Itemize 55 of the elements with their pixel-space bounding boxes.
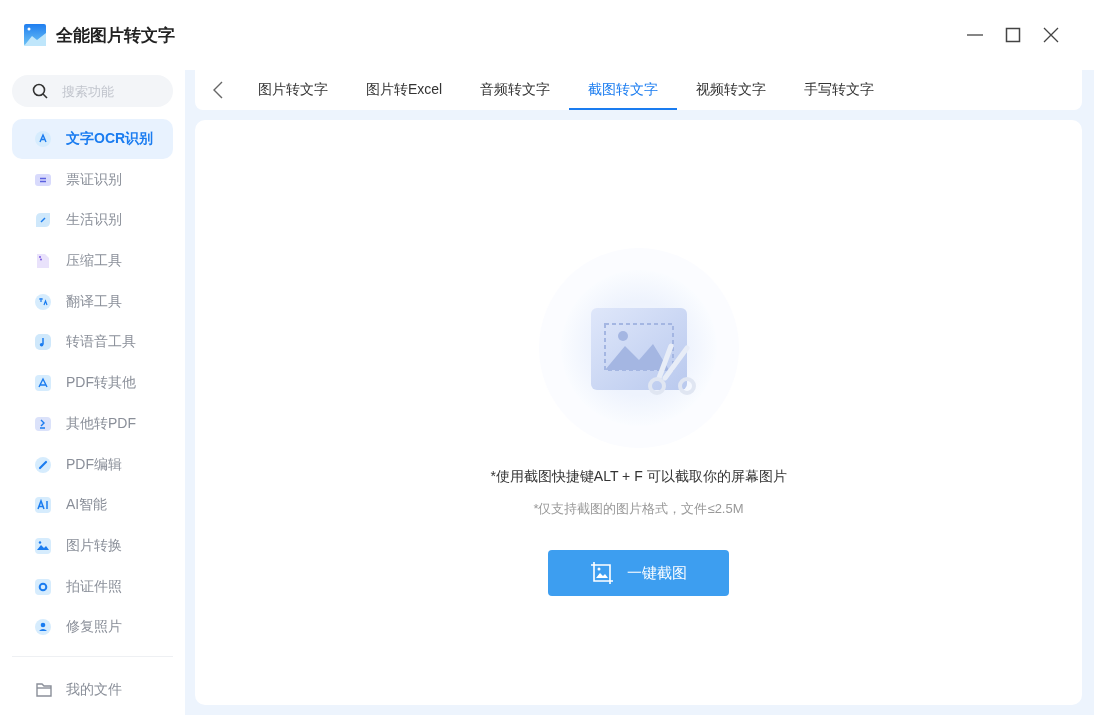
ai-icon — [34, 496, 52, 515]
format-note: *仅支持截图的图片格式，文件≤2.5M — [533, 500, 744, 518]
letter-a-icon — [34, 130, 52, 148]
chevron-left-icon — [213, 81, 223, 99]
sidebar-item[interactable]: PDF编辑 — [12, 444, 173, 485]
sidebar-item[interactable]: 图片转换 — [12, 525, 173, 566]
window-title: 全能图片转文字 — [56, 24, 175, 47]
sidebar-item-label: 票证识别 — [66, 170, 122, 189]
file-icon — [34, 252, 52, 271]
sidebar-item[interactable]: 生活识别 — [12, 200, 173, 241]
search-icon — [32, 83, 48, 99]
sidebar-item[interactable]: 翻译工具 — [12, 281, 173, 322]
sidebar-item-label: PDF编辑 — [66, 455, 122, 474]
close-icon — [1043, 27, 1059, 43]
pen-icon — [34, 211, 52, 230]
tab[interactable]: 音频转文字 — [461, 70, 570, 110]
image-crop-icon — [590, 562, 613, 584]
sidebar-item-label: 拍证件照 — [66, 577, 122, 596]
pdf-icon — [34, 374, 52, 393]
sidebar-item-label: PDF转其他 — [66, 374, 136, 393]
translate-icon — [34, 292, 52, 311]
minimize-icon — [967, 34, 983, 36]
sidebar-item-label: 转语音工具 — [66, 333, 136, 352]
sidebar-item[interactable]: 拍证件照 — [12, 566, 173, 607]
sidebar-item[interactable]: 其他转PDF — [12, 403, 173, 444]
sidebar-item[interactable]: PDF转其他 — [12, 363, 173, 404]
tab[interactable]: 视频转文字 — [677, 70, 786, 110]
sidebar-item[interactable]: 文字OCR识别 — [12, 119, 173, 159]
sidebar-item-label: 文字OCR识别 — [66, 130, 154, 148]
sidebar-item-label: 修复照片 — [66, 618, 122, 637]
pencil-icon — [34, 455, 52, 474]
tab[interactable]: 图片转文字 — [239, 70, 347, 110]
tab[interactable]: 截图转文字 — [569, 70, 678, 110]
image-icon — [34, 536, 52, 555]
sidebar-item[interactable]: AI智能 — [12, 485, 173, 526]
sidebar-item[interactable]: 修复照片 — [12, 607, 173, 648]
sidebar-item-label: 生活识别 — [66, 211, 122, 230]
sidebar-item-label: AI智能 — [66, 496, 108, 515]
tab[interactable]: 手写转文字 — [785, 70, 894, 110]
app-logo-icon — [24, 24, 46, 46]
shortcut-hint: *使用截图快捷键ALT + F 可以截取你的屏幕图片 — [490, 468, 787, 486]
person-icon — [34, 618, 52, 637]
sidebar-item[interactable]: 票证识别 — [12, 159, 173, 200]
sidebar-item[interactable]: 转语音工具 — [12, 322, 173, 363]
sidebar-item-label: 翻译工具 — [66, 292, 122, 311]
music-note-icon — [34, 333, 52, 352]
tab[interactable]: 图片转Excel — [347, 70, 462, 110]
sidebar-item-label: 压缩工具 — [66, 252, 122, 271]
my-files-link[interactable]: 我的文件 — [66, 680, 122, 699]
folder-icon — [36, 682, 52, 697]
sidebar-item-label: 图片转换 — [66, 536, 122, 555]
screenshot-button[interactable]: 一键截图 — [548, 550, 729, 596]
sidebar-item[interactable]: 压缩工具 — [12, 241, 173, 282]
maximize-icon — [1005, 27, 1021, 43]
sidebar-item-label: 其他转PDF — [66, 414, 136, 433]
